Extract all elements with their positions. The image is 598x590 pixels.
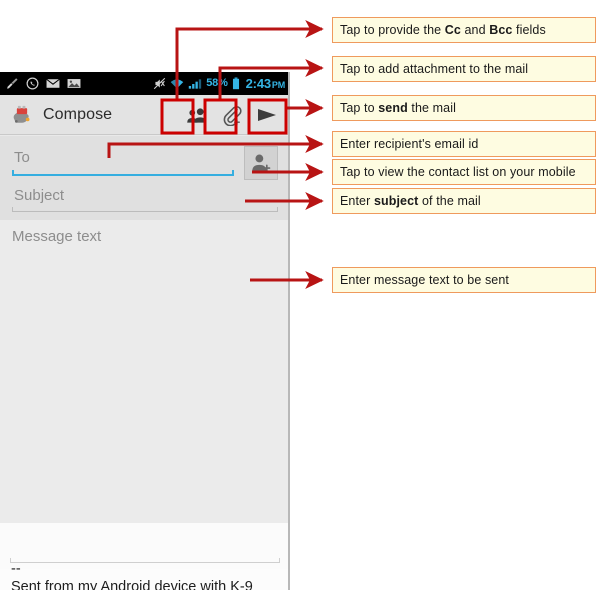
to-underline: [12, 170, 234, 176]
callout-recipient: Enter recipient's email id: [332, 131, 596, 157]
wifi-icon: [171, 79, 184, 88]
subject-input[interactable]: Subject: [12, 184, 278, 214]
phone-screenshot: 58% 2:43PM Compose To Subject Message te…: [0, 72, 290, 590]
subject-placeholder: Subject: [14, 187, 65, 204]
callout-contacts-text: Tap to view the contact list on your mob…: [340, 165, 576, 179]
whatsapp-icon: [26, 77, 39, 90]
page-title: Compose: [43, 105, 113, 123]
battery-percent-label: 58%: [206, 77, 228, 89]
clock-label: 2:43PM: [245, 76, 286, 91]
attachment-button[interactable]: [215, 98, 249, 132]
signal-icon: [189, 78, 202, 89]
person-add-icon: [252, 154, 271, 172]
contact-picker-button[interactable]: [244, 146, 278, 180]
callout-contacts: Tap to view the contact list on your mob…: [332, 159, 596, 185]
callout-send: Tap to send the mail: [332, 95, 596, 121]
to-input[interactable]: To: [12, 146, 234, 180]
compose-action-bar: Compose: [0, 95, 288, 135]
android-status-bar: 58% 2:43PM: [0, 72, 288, 95]
callout-subject: Enter subject of the mail: [332, 188, 596, 214]
callout-recipient-text: Enter recipient's email id: [340, 137, 479, 151]
signature-block[interactable]: -- Sent from my Android device with K-9 …: [0, 561, 288, 590]
battery-icon: [232, 77, 239, 90]
callout-cc-bcc: Tap to provide the Cc and Bcc fields: [332, 17, 596, 43]
mute-icon: [154, 77, 166, 90]
subject-underline: [12, 207, 278, 212]
send-arrow-icon: [258, 108, 276, 121]
paperclip-plus-icon: [223, 105, 242, 126]
status-right-icons: 58% 2:43PM: [153, 77, 285, 90]
callout-send-text: Tap to send the mail: [340, 101, 456, 115]
compose-fields: To Subject: [0, 136, 288, 220]
message-placeholder: Message text: [12, 228, 102, 245]
to-placeholder: To: [14, 149, 30, 166]
message-body-input[interactable]: Message text: [0, 220, 288, 523]
callout-cc-bcc-text: Tap to provide the Cc and Bcc fields: [340, 23, 546, 37]
callout-attachment-text: Tap to add attachment to the mail: [340, 62, 529, 76]
signature-text: -- Sent from my Android device with K-9 …: [11, 561, 253, 590]
callout-subject-text: Enter subject of the mail: [340, 194, 481, 208]
clock-ampm: PM: [271, 80, 285, 90]
callout-attachment: Tap to add attachment to the mail: [332, 56, 596, 82]
action-bar-buttons: [180, 98, 288, 132]
gallery-icon: [67, 79, 81, 88]
people-icon: [187, 107, 207, 123]
status-left-icons: [6, 77, 81, 90]
callout-message: Enter message text to be sent: [332, 267, 596, 293]
envelope-icon: [46, 78, 60, 88]
broom-icon: [6, 78, 18, 89]
callout-message-text: Enter message text to be sent: [340, 273, 509, 287]
cc-bcc-button[interactable]: [180, 98, 214, 132]
k9-mail-logo: [13, 105, 30, 123]
to-row: To: [12, 146, 278, 180]
send-button[interactable]: [250, 98, 284, 132]
